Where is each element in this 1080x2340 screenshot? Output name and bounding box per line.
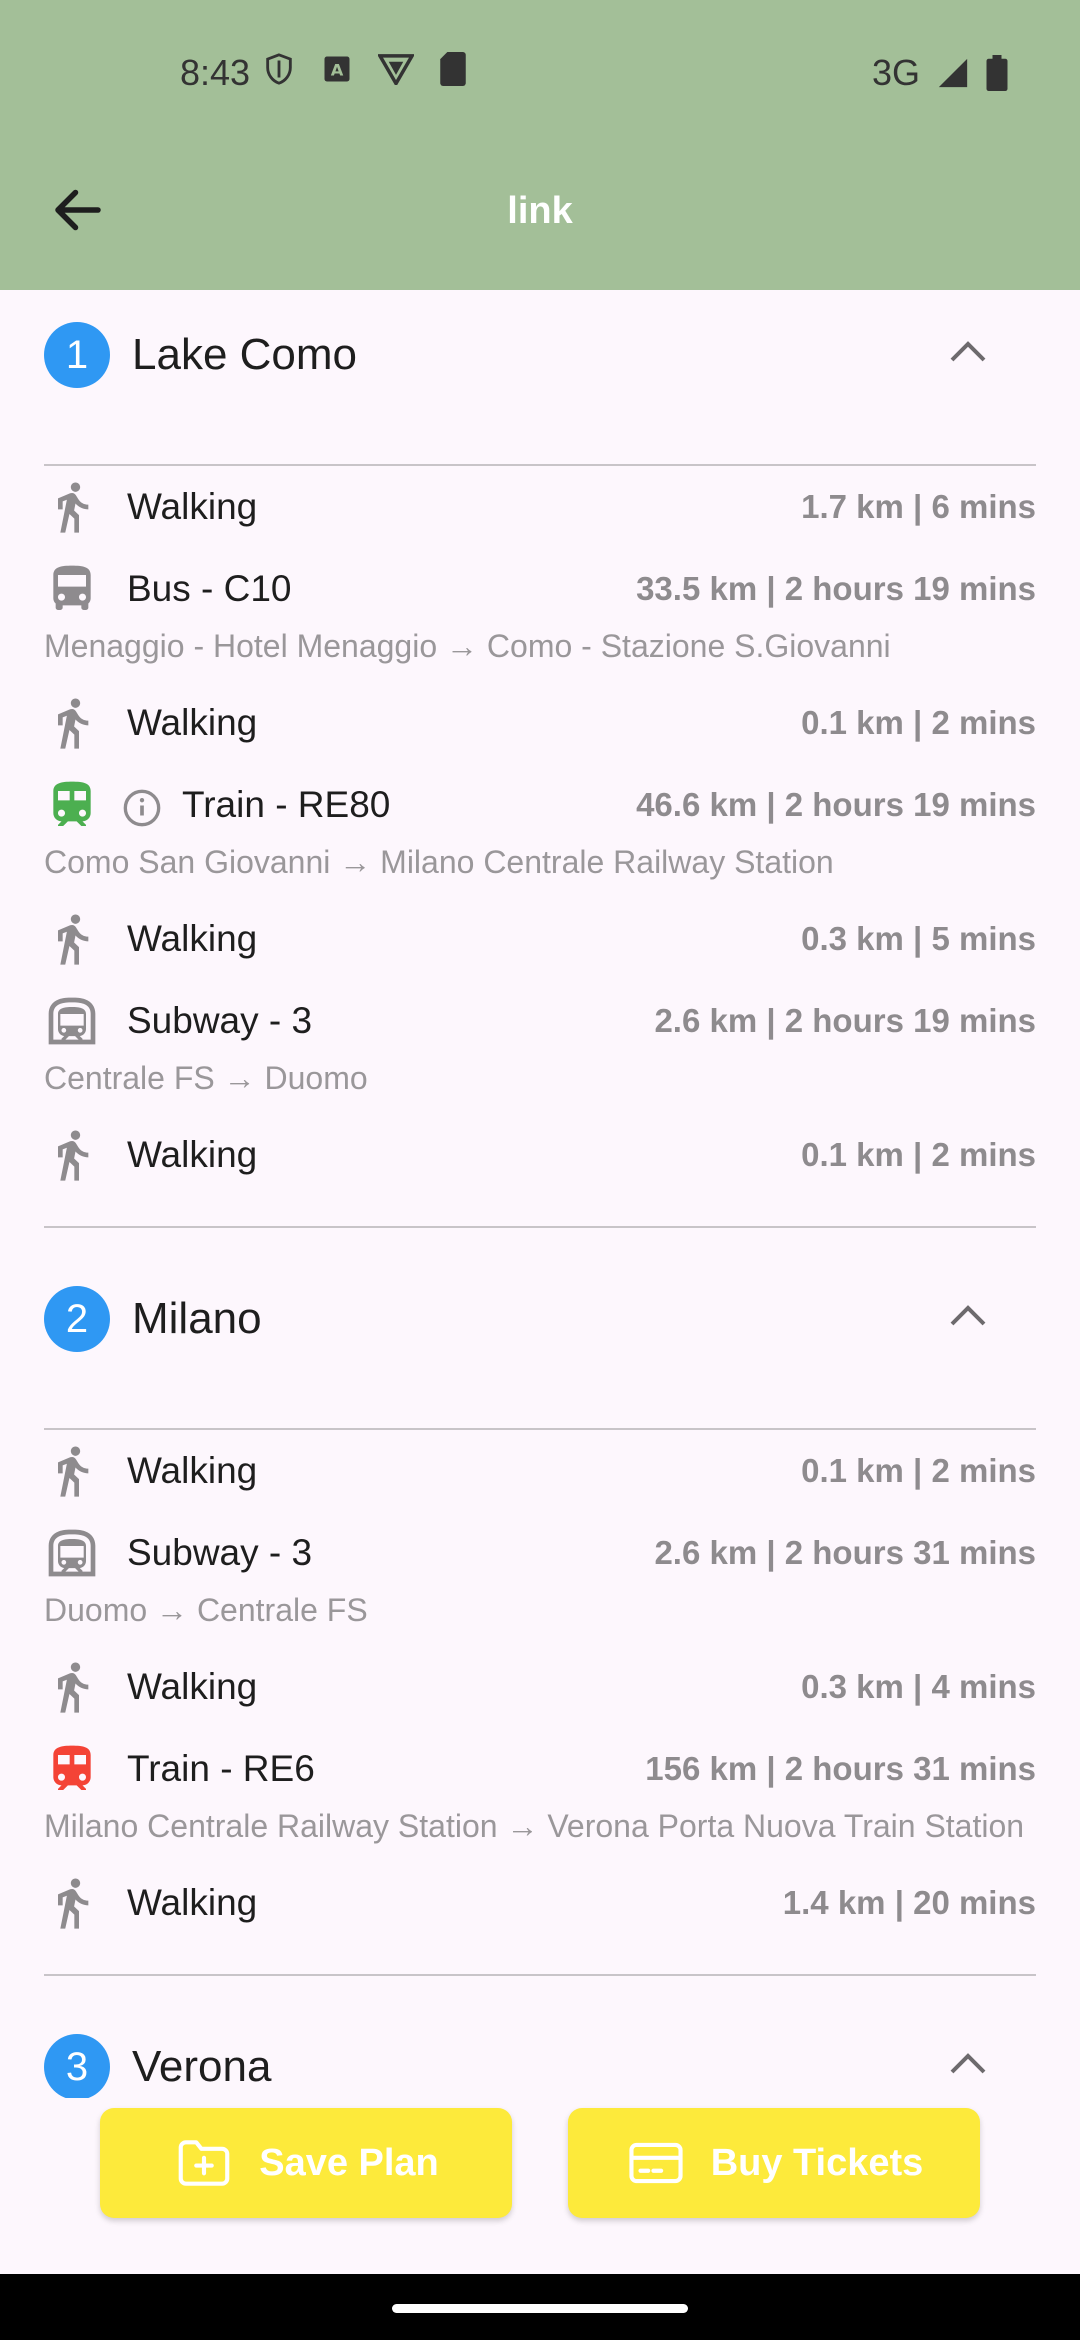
credit-card-icon bbox=[629, 2142, 683, 2184]
status-time: 8:43 bbox=[180, 52, 251, 93]
keyboard-a-icon: A bbox=[324, 56, 350, 82]
walking-icon bbox=[58, 1446, 89, 1497]
vpn-icon bbox=[378, 54, 414, 85]
folder-add-icon bbox=[178, 2140, 230, 2186]
subway-icon bbox=[48, 1529, 96, 1577]
save-plan-label: Save Plan bbox=[259, 2141, 439, 2184]
section-number-badge: 1 bbox=[44, 322, 110, 388]
legs-lake-como: Walking 1.7 km | 6 mins Bus - C10 33.5 k… bbox=[0, 466, 1080, 1196]
bottom-action-bar: Save Plan Buy Tickets bbox=[0, 2098, 1080, 2274]
leg-walking: Walking 1.7 km | 6 mins bbox=[44, 466, 1036, 548]
section-number-badge: 3 bbox=[44, 2034, 110, 2098]
leg-walking: Walking 1.4 km | 20 mins bbox=[44, 1862, 1036, 1944]
bus-icon bbox=[53, 565, 91, 610]
section-number-badge: 2 bbox=[44, 1286, 110, 1352]
leg-walking: Walking 0.1 km | 2 mins bbox=[44, 682, 1036, 764]
leg-walking: Walking 0.1 km | 2 mins bbox=[44, 1114, 1036, 1196]
leg-subway: Subway - 3 2.6 km | 2 hours 19 mins bbox=[44, 980, 1036, 1062]
section-title: Lake Como bbox=[132, 330, 358, 379]
walking-icon bbox=[58, 1878, 89, 1929]
section-header-verona[interactable]: 3 Verona bbox=[0, 2002, 1080, 2098]
walking-icon bbox=[58, 698, 89, 749]
walking-icon bbox=[58, 1662, 89, 1713]
section-header-lake-como[interactable]: 1 Lake Como bbox=[0, 290, 1080, 418]
home-gesture-handle[interactable] bbox=[392, 2304, 688, 2313]
leg-train: Train - RE6 156 km | 2 hours 31 mins bbox=[44, 1728, 1036, 1810]
train-icon bbox=[53, 781, 91, 826]
buy-tickets-button[interactable]: Buy Tickets bbox=[568, 2108, 980, 2218]
leg-bus: Bus - C10 33.5 km | 2 hours 19 mins bbox=[44, 548, 1036, 630]
walking-icon bbox=[58, 1130, 89, 1181]
network-type: 3G bbox=[871, 52, 920, 93]
section-header-milano[interactable]: 2 Milano bbox=[0, 1254, 1080, 1382]
leg-walking: Walking 0.3 km | 5 mins bbox=[44, 898, 1036, 980]
subway-icon bbox=[48, 997, 96, 1045]
train-icon bbox=[53, 1745, 91, 1790]
leg-subway: Subway - 3 2.6 km | 2 hours 31 mins bbox=[44, 1512, 1036, 1594]
svg-text:A: A bbox=[331, 60, 344, 79]
itinerary-list[interactable]: 1 Lake Como Walking 1.7 km | 6 mins Bus … bbox=[0, 290, 1080, 2098]
section-title: Verona bbox=[132, 2042, 272, 2091]
section-title: Milano bbox=[132, 1294, 262, 1343]
sd-card-icon bbox=[440, 52, 466, 86]
chevron-up-icon[interactable] bbox=[948, 2050, 988, 2076]
signal-icon bbox=[938, 58, 968, 88]
status-bar: 8:43 A 3G bbox=[0, 44, 1080, 100]
shield-icon bbox=[266, 53, 292, 85]
app-bar: 8:43 A 3G link bbox=[0, 0, 1080, 290]
battery-icon bbox=[986, 55, 1008, 91]
chevron-up-icon[interactable] bbox=[948, 1302, 988, 1328]
save-plan-button[interactable]: Save Plan bbox=[100, 2108, 512, 2218]
page-title: link bbox=[507, 190, 573, 232]
info-icon[interactable] bbox=[122, 788, 162, 828]
walking-icon bbox=[58, 914, 89, 965]
leg-train: Train - RE80 46.6 km | 2 hours 19 mins bbox=[44, 764, 1036, 846]
walking-icon bbox=[58, 482, 89, 533]
legs-milano: Walking 0.1 km | 2 mins Subway - 3 2.6 k… bbox=[0, 1430, 1080, 1944]
leg-walking: Walking 0.1 km | 2 mins bbox=[44, 1430, 1036, 1512]
leg-walking: Walking 0.3 km | 4 mins bbox=[44, 1646, 1036, 1728]
chevron-up-icon[interactable] bbox=[948, 338, 988, 364]
buy-tickets-label: Buy Tickets bbox=[710, 2141, 924, 2184]
system-navigation-bar bbox=[0, 2274, 1080, 2340]
